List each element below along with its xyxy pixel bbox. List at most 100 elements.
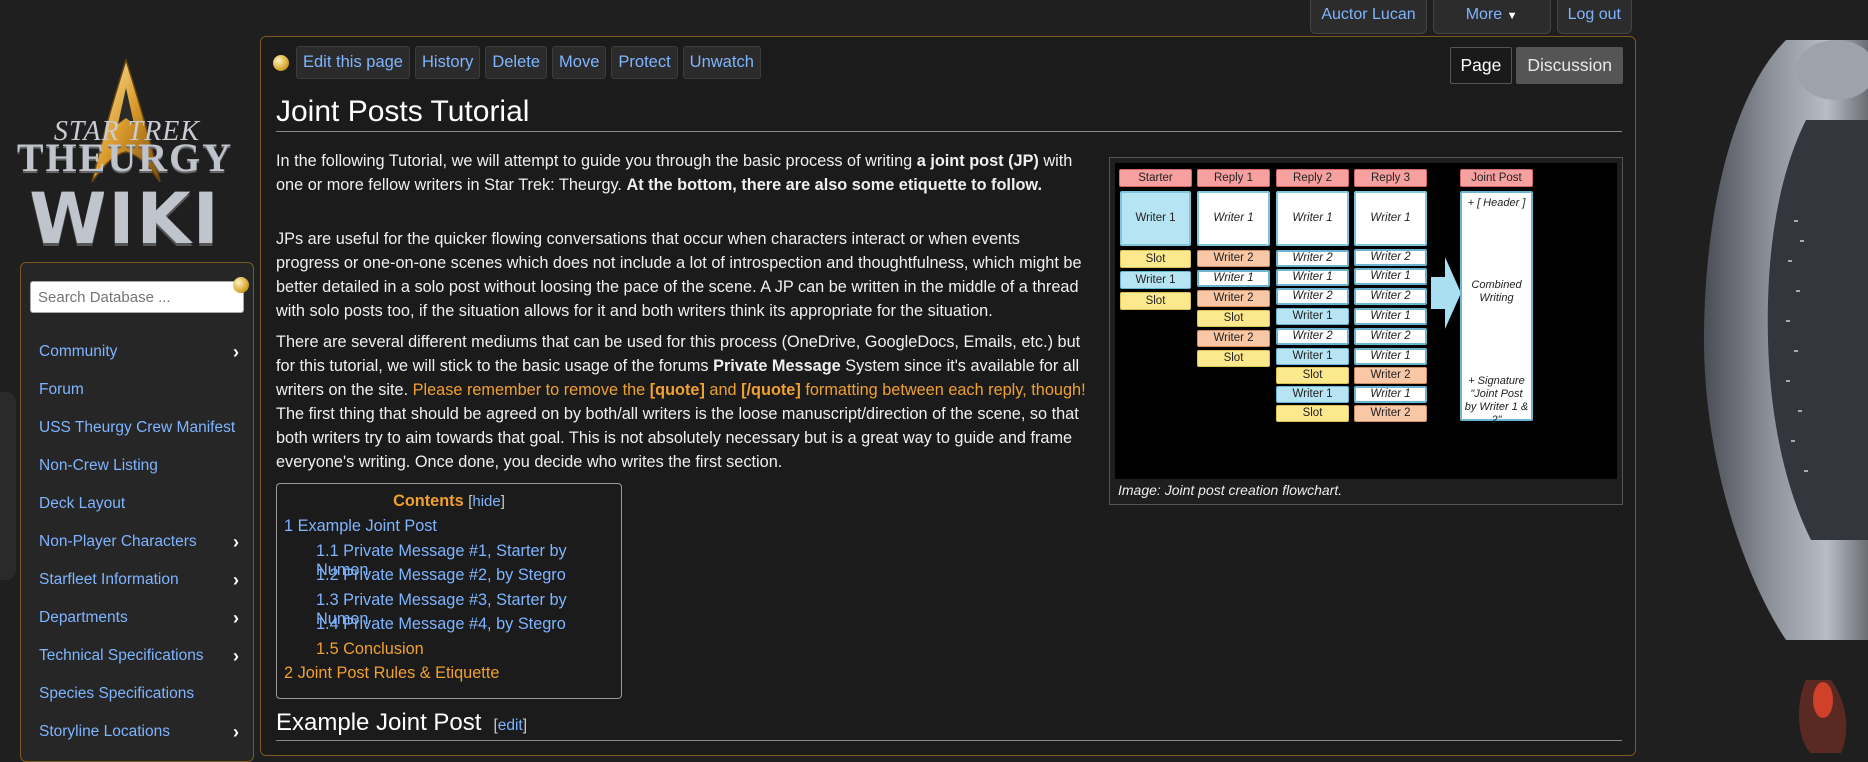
intro-paragraph: In the following Tutorial, we will attem… — [276, 149, 1086, 197]
history-button[interactable]: History — [414, 46, 481, 79]
flow-box: Writer 2 — [1354, 328, 1427, 345]
flowchart-image[interactable]: Starter Reply 1 Reply 2 Reply 3 Joint Po… — [1115, 163, 1617, 479]
move-button[interactable]: Move — [552, 46, 607, 79]
chevron-right-icon: › — [233, 721, 239, 742]
page-title: Joint Posts Tutorial — [276, 95, 1622, 132]
toc-item[interactable]: 1.3 Private Message #3, Starter by Numen — [284, 591, 614, 628]
left-edge-panel — [0, 392, 16, 580]
flow-header: Reply 2 — [1276, 169, 1349, 187]
flow-box: Writer 1 — [1120, 191, 1191, 246]
logout-link[interactable]: Log out — [1556, 0, 1632, 34]
toc-item[interactable]: 1.5 Conclusion — [284, 640, 614, 665]
caret-down-icon: ▼ — [1506, 10, 1518, 22]
text: In the following Tutorial, we will attem… — [276, 152, 917, 170]
sidebar-item-departments[interactable]: Departments › — [21, 599, 253, 637]
sidebar-item-label: Storyline Locations — [39, 723, 170, 740]
flow-box: Writer 1 — [1354, 386, 1427, 403]
flow-box: Writer 1 — [1120, 271, 1191, 289]
sidebar-item-deck-layout[interactable]: Deck Layout — [21, 485, 253, 523]
logo-theurgy-text: THEURGY — [16, 135, 234, 180]
sidebar-item-crew-manifest[interactable]: USS Theurgy Crew Manifest — [21, 409, 253, 447]
flow-header: Starter — [1119, 169, 1192, 187]
flow-box: Writer 2 — [1276, 328, 1349, 345]
toc-hide-link[interactable]: hide — [472, 493, 500, 510]
usage-paragraph: JPs are useful for the quicker flowing c… — [276, 230, 1082, 320]
sidebar-item-npcs[interactable]: Non-Player Characters › — [21, 523, 253, 561]
chevron-right-icon: › — [233, 569, 239, 590]
site-logo[interactable]: STAR TREK THEURGY WIKI — [14, 58, 236, 260]
sidebar-item-technical-specifications[interactable]: Technical Specifications › — [21, 637, 253, 675]
flow-box: Writer 1 — [1354, 268, 1427, 285]
toc-item[interactable]: 2 Joint Post Rules & Etiquette — [284, 664, 614, 689]
sidebar-item-label: Departments — [39, 609, 128, 626]
sidebar-item-non-crew-listing[interactable]: Non-Crew Listing — [21, 447, 253, 485]
logo-wiki-text: WIKI — [29, 178, 221, 260]
flow-header: Reply 1 — [1197, 169, 1270, 187]
section-edit-link[interactable]: edit — [498, 717, 523, 734]
chevron-right-icon: › — [233, 341, 239, 362]
starship-illustration — [1636, 0, 1868, 753]
top-nav: Auctor Lucan More ▼ Log out — [1310, 0, 1632, 34]
sidebar-item-label: Starfleet Information — [39, 571, 179, 588]
page-actions: Edit this page History Delete Move Prote… — [273, 46, 761, 79]
more-menu-button[interactable]: More ▼ — [1432, 0, 1551, 34]
arrow-right-icon — [1431, 257, 1461, 329]
protect-button[interactable]: Protect — [611, 46, 678, 79]
flow-box: Slot — [1276, 405, 1349, 422]
delete-button[interactable]: Delete — [485, 46, 548, 79]
edit-page-button[interactable]: Edit this page — [296, 46, 410, 79]
flow-box: Slot — [1120, 292, 1191, 310]
flow-box: Writer 2 — [1197, 290, 1270, 307]
flow-box: Writer 1 — [1197, 270, 1270, 287]
search-input[interactable] — [30, 281, 244, 313]
sidebar-item-species-specifications[interactable]: Species Specifications — [21, 675, 253, 713]
search-go-icon[interactable] — [233, 277, 249, 293]
flow-box: Writer 2 — [1354, 249, 1427, 266]
flow-box: Writer 1 — [1276, 348, 1349, 365]
sidebar-item-starfleet-information[interactable]: Starfleet Information › — [21, 561, 253, 599]
sidebar-item-label: Community — [39, 343, 118, 360]
chevron-right-icon: › — [233, 645, 239, 666]
flow-box: Writer 2 — [1354, 288, 1427, 305]
flow-box: Writer 2 — [1354, 367, 1427, 384]
sidebar-item-forum[interactable]: Forum — [21, 371, 253, 409]
toc-item[interactable]: 1 Example Joint Post — [284, 517, 614, 542]
user-link[interactable]: Auctor Lucan — [1310, 0, 1427, 34]
toc-item[interactable]: 1.4 Private Message #4, by Stegro — [284, 615, 614, 640]
chevron-right-icon: › — [233, 607, 239, 628]
flow-box: Writer 2 — [1276, 250, 1349, 267]
flow-box: Writer 1 — [1276, 308, 1349, 325]
toc-item[interactable]: 1.2 Private Message #2, by Stegro — [284, 566, 614, 591]
unwatch-button[interactable]: Unwatch — [682, 46, 761, 79]
toc-title: Contents [hide] — [393, 492, 505, 510]
sidebar-item-community[interactable]: Community › — [21, 333, 253, 371]
sidebar-item-label: Forum — [39, 381, 84, 398]
toc-item[interactable]: 1.1 Private Message #1, Starter by Numen — [284, 542, 614, 579]
flow-box: Writer 2 — [1197, 250, 1270, 267]
content-panel: Edit this page History Delete Move Prote… — [260, 36, 1636, 756]
figure-caption: Image: Joint post creation flowchart. — [1118, 482, 1343, 498]
flow-box: Writer 1 — [1354, 348, 1427, 365]
tab-page[interactable]: Page — [1449, 47, 1513, 84]
flow-header: Joint Post — [1460, 169, 1533, 187]
flow-box: Writer 1 — [1276, 386, 1349, 403]
flow-box: Slot — [1197, 310, 1270, 327]
sidebar-nav: Community › Forum USS Theurgy Crew Manife… — [21, 333, 253, 751]
joint-combined-text: Combined Writing — [1471, 279, 1522, 304]
flow-box: Slot — [1120, 250, 1191, 268]
flow-header: Reply 3 — [1354, 169, 1427, 187]
chevron-right-icon: › — [233, 531, 239, 552]
mediums-paragraph: There are several different mediums that… — [276, 330, 1086, 474]
sidebar-item-label: Species Specifications — [39, 685, 195, 702]
flowchart-figure: Starter Reply 1 Reply 2 Reply 3 Joint Po… — [1109, 157, 1623, 505]
sidebar-item-storyline-locations[interactable]: Storyline Locations › — [21, 713, 253, 751]
tab-discussion[interactable]: Discussion — [1516, 47, 1623, 84]
flow-box: Writer 1 — [1197, 191, 1270, 246]
flow-box: Writer 1 — [1276, 191, 1349, 246]
joint-post-box: + [ Header ] Combined Writing + Signatur… — [1460, 191, 1533, 426]
joint-header-text: + [ Header ] — [1467, 197, 1526, 209]
watch-status-icon — [273, 54, 289, 71]
table-of-contents: Contents [hide] 1 Example Joint Post 1.1… — [276, 483, 622, 699]
section-heading: Example Joint Post [edit] — [276, 709, 1622, 741]
text: The first thing that should be agreed on… — [276, 405, 1079, 471]
